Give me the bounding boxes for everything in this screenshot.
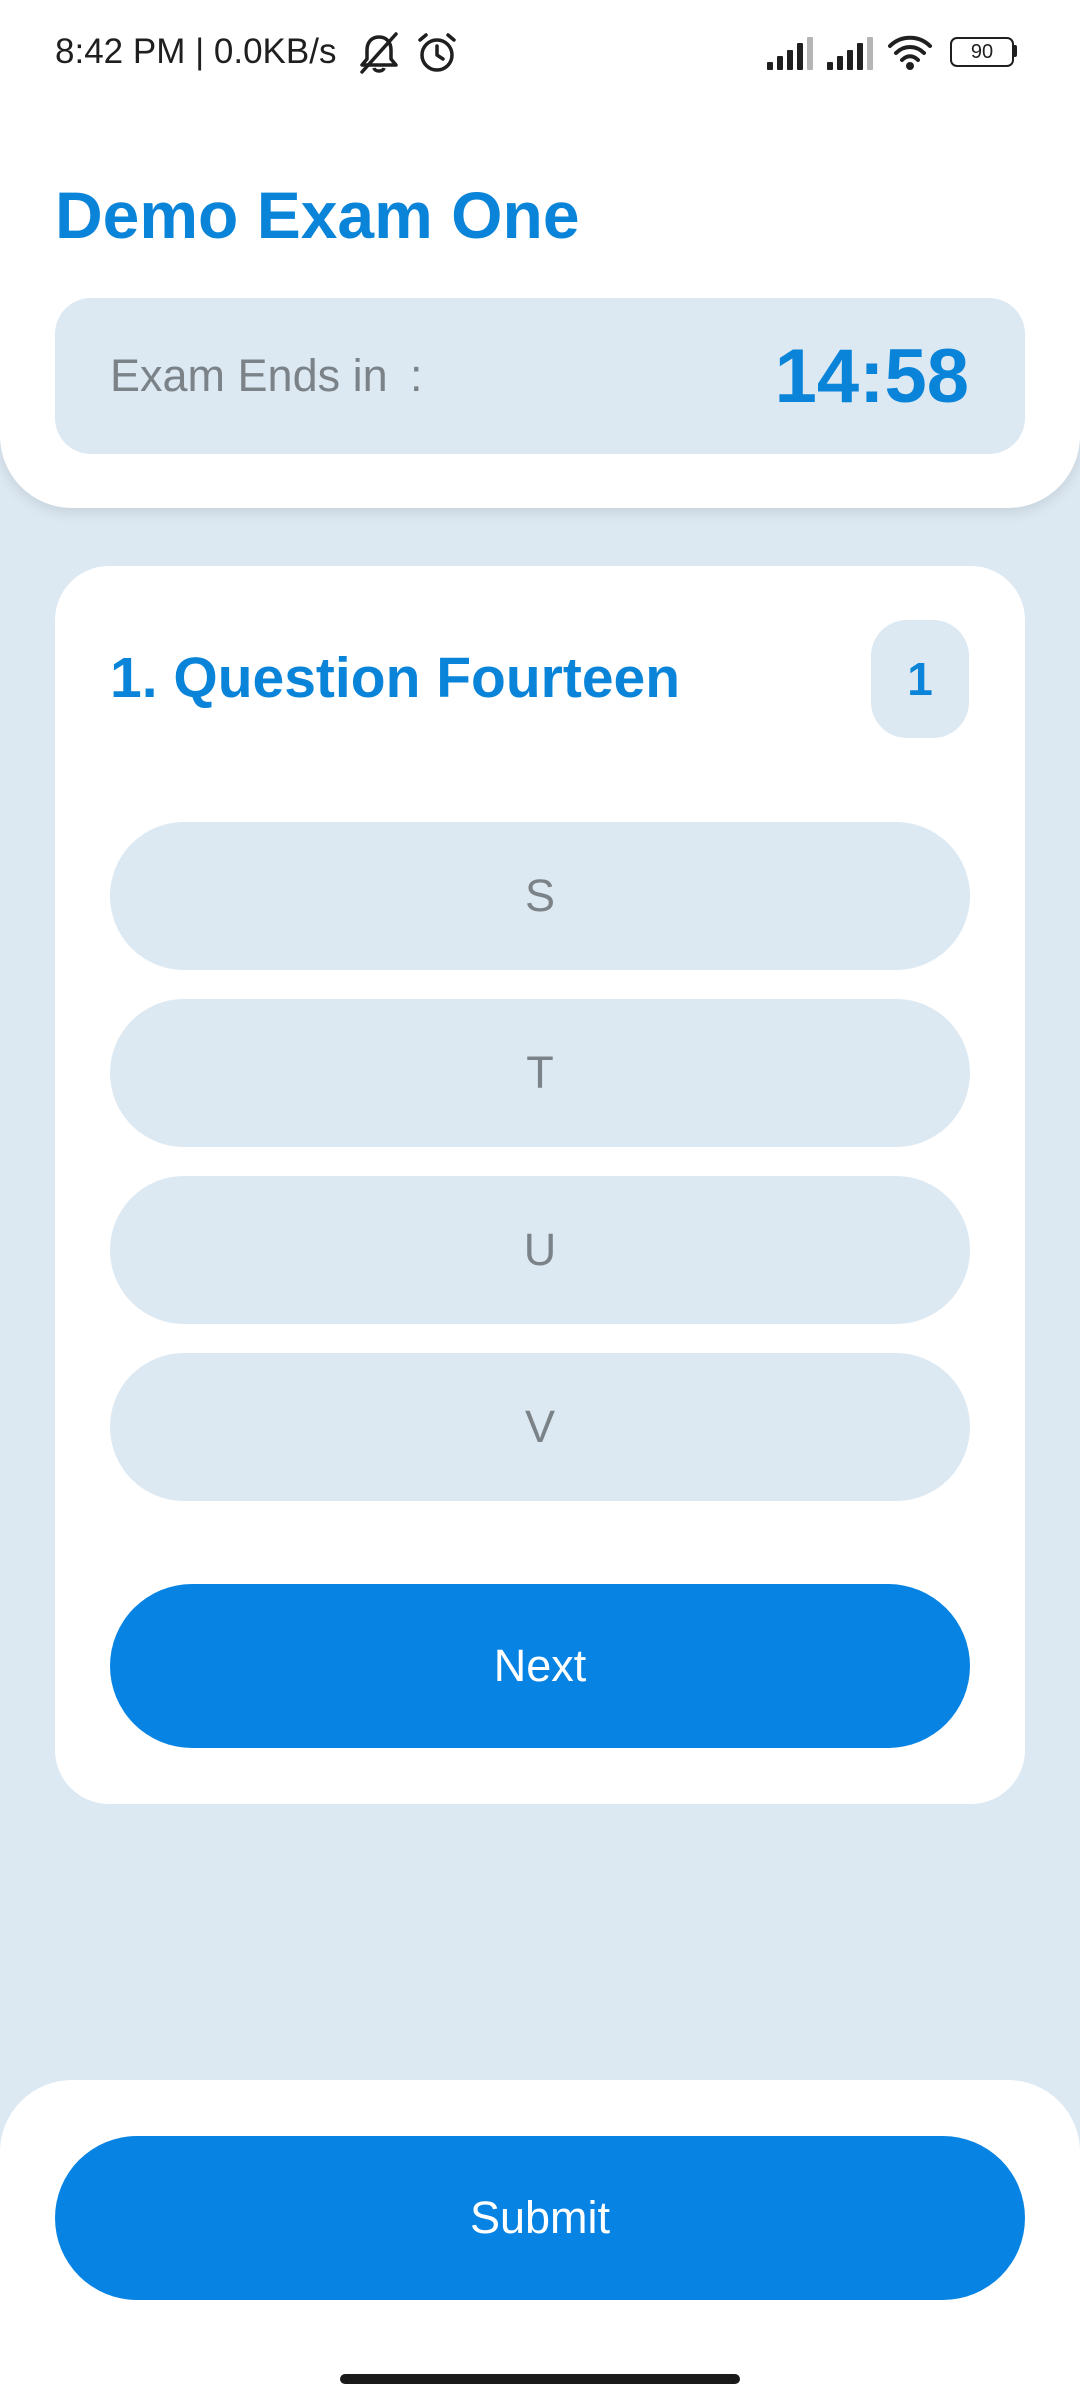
timer-separator: :	[410, 350, 423, 401]
cell-signal-icon	[827, 37, 873, 70]
question-title: 1. Question Fourteen	[110, 646, 681, 710]
status-time-network-speed: 8:42 PM | 0.0KB/s	[55, 32, 337, 71]
notifications-muted-icon	[360, 32, 398, 74]
exam-timer: Exam Ends in : 14:58	[55, 298, 1025, 454]
question-number-badge: 1	[871, 620, 969, 738]
cell-signal-icon	[767, 37, 813, 70]
answer-option[interactable]: V	[110, 1353, 970, 1501]
alarm-icon	[418, 33, 456, 72]
submit-button[interactable]: Submit	[55, 2136, 1025, 2300]
battery-level: 90	[970, 41, 994, 63]
home-indicator[interactable]	[340, 2374, 740, 2384]
timer-countdown: 14:58	[774, 334, 969, 419]
answer-option[interactable]: S	[110, 822, 970, 970]
wifi-icon	[888, 35, 932, 70]
bottom-action-bar: Submit	[0, 2080, 1080, 2400]
page-title: Demo Exam One	[55, 178, 580, 252]
timer-label: Exam Ends in	[110, 350, 388, 401]
battery-icon: 90	[950, 37, 1018, 67]
next-button[interactable]: Next	[110, 1584, 970, 1748]
answer-option[interactable]: T	[110, 999, 970, 1147]
answer-option[interactable]: U	[110, 1176, 970, 1324]
question-card: 1. Question Fourteen 1 S T U V Next	[55, 566, 1025, 1804]
status-bar: 8:42 PM | 0.0KB/s 90	[0, 0, 1080, 104]
